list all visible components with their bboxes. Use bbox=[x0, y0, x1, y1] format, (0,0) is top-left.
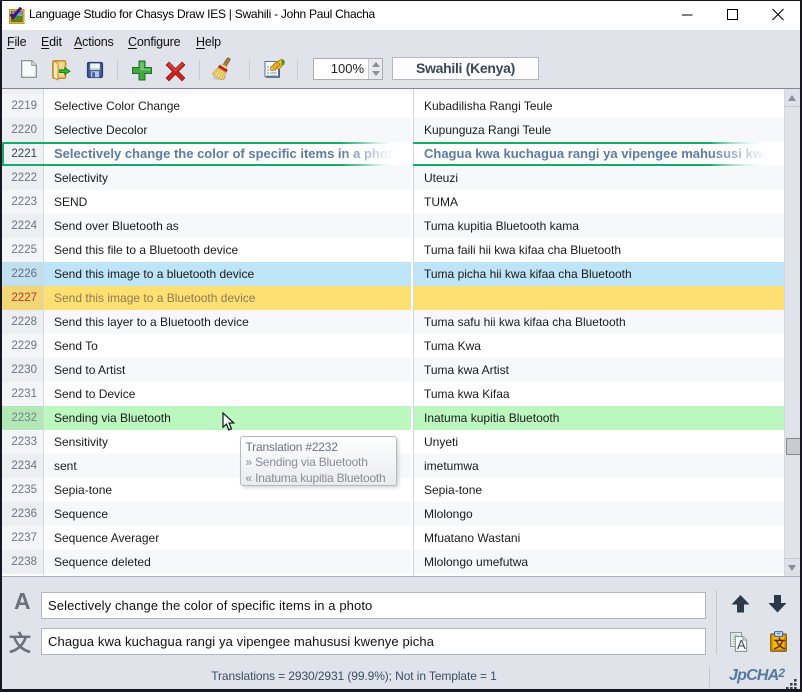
svg-text:文: 文 bbox=[774, 636, 787, 651]
svg-text:A: A bbox=[737, 637, 746, 652]
